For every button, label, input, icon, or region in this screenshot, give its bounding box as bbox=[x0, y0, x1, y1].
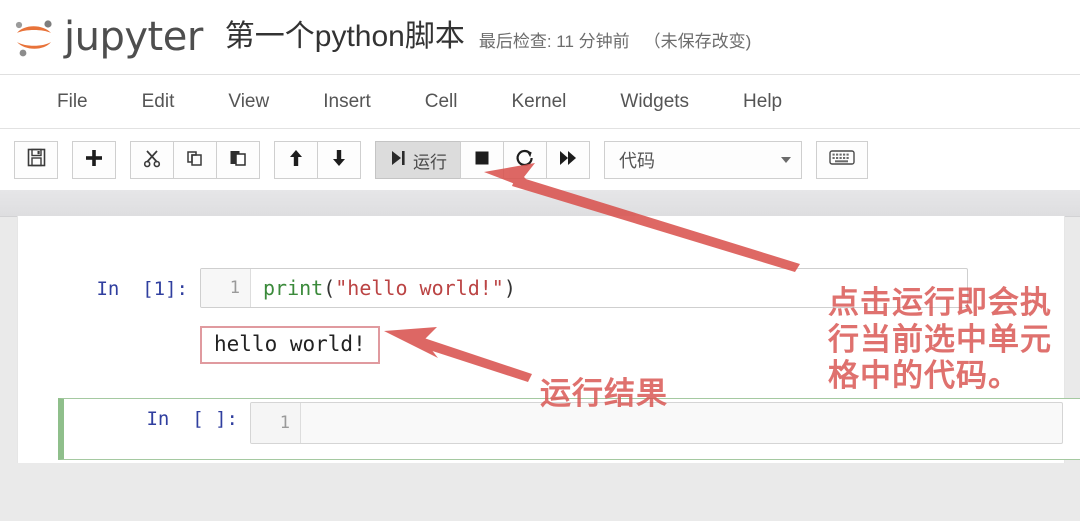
menu-item-edit[interactable]: Edit bbox=[115, 91, 202, 113]
run-button[interactable]: 运行 bbox=[375, 141, 461, 179]
annotation-result-note: 运行结果 bbox=[540, 376, 668, 411]
code-token-string: "hello world!" bbox=[335, 276, 504, 300]
jupyter-logo-icon[interactable] bbox=[10, 13, 58, 61]
paste-button[interactable] bbox=[216, 141, 260, 179]
add-cell-button[interactable] bbox=[72, 141, 116, 179]
move-cell-up-button[interactable] bbox=[274, 141, 318, 179]
arrow-down-icon bbox=[329, 148, 349, 173]
restart-kernel-button[interactable] bbox=[503, 141, 547, 179]
save-button[interactable] bbox=[14, 141, 58, 179]
cell-2-line-number: 1 bbox=[251, 403, 301, 443]
cell-1-output-row: hello world! bbox=[200, 326, 380, 365]
interrupt-kernel-button[interactable] bbox=[460, 141, 504, 179]
cell-1-line-number: 1 bbox=[201, 269, 251, 307]
cut-button[interactable] bbox=[130, 141, 174, 179]
code-token-close-paren: ) bbox=[503, 276, 516, 300]
cell-2-code[interactable] bbox=[301, 403, 1062, 443]
cell-1-prompt: In [1]: bbox=[96, 278, 188, 300]
scissors-icon bbox=[142, 148, 162, 173]
run-button-label: 运行 bbox=[413, 152, 447, 172]
brand-label[interactable]: jupyter bbox=[64, 17, 203, 57]
keyboard-icon bbox=[829, 149, 855, 171]
toolbar-group-save bbox=[14, 141, 58, 179]
toolbar-group-run: 运行 bbox=[375, 141, 590, 179]
menu-item-help[interactable]: Help bbox=[716, 91, 809, 113]
floppy-disk-icon bbox=[27, 148, 46, 172]
menu-bar: File Edit View Insert Cell Kernel Widget… bbox=[0, 76, 1080, 129]
fast-forward-icon bbox=[558, 148, 578, 173]
copy-button[interactable] bbox=[173, 141, 217, 179]
arrow-up-icon bbox=[286, 148, 306, 173]
cell-type-value: 代码 bbox=[619, 151, 655, 171]
menu-item-cell[interactable]: Cell bbox=[398, 91, 485, 113]
checkpoint-label: 最后检查: 11 分钟前 bbox=[478, 31, 630, 51]
cell-1-output: hello world! bbox=[200, 326, 380, 365]
header-bar: jupyter 第一个python脚本 最后检查: 11 分钟前 （未保存改变) bbox=[0, 0, 1080, 75]
move-cell-down-button[interactable] bbox=[317, 141, 361, 179]
toolbar-group-palette bbox=[816, 141, 868, 179]
notebook-title[interactable]: 第一个python脚本 bbox=[225, 22, 465, 52]
chevron-down-icon bbox=[781, 157, 791, 163]
restart-run-all-button[interactable] bbox=[546, 141, 590, 179]
annotation-run-note: 点击运行即会执行当前选中单元格中的代码。 bbox=[828, 285, 1052, 394]
menu-item-kernel[interactable]: Kernel bbox=[484, 91, 593, 113]
code-token-open-paren: ( bbox=[323, 276, 336, 300]
jupyter-notebook-window: jupyter 第一个python脚本 最后检查: 11 分钟前 （未保存改变) … bbox=[0, 0, 1080, 521]
run-step-icon bbox=[389, 149, 407, 172]
menu-item-file[interactable]: File bbox=[30, 91, 115, 113]
checkpoint-status: 最后检查: 11 分钟前 （未保存改变) bbox=[479, 25, 752, 50]
toolbar-group-insert bbox=[72, 141, 116, 179]
paste-icon bbox=[228, 148, 248, 173]
menu-item-widgets[interactable]: Widgets bbox=[593, 91, 716, 113]
copy-icon bbox=[185, 148, 205, 173]
plus-icon bbox=[84, 148, 104, 173]
menu-item-view[interactable]: View bbox=[201, 91, 296, 113]
toolbar-group-move bbox=[274, 141, 361, 179]
toolbar-group-edit bbox=[130, 141, 260, 179]
toolbar: 运行 代码 bbox=[0, 130, 1080, 190]
menu-item-insert[interactable]: Insert bbox=[296, 91, 398, 113]
code-token-function: print bbox=[263, 276, 324, 300]
restart-circle-icon bbox=[515, 148, 535, 173]
command-palette-button[interactable] bbox=[816, 141, 868, 179]
notebook-top-band bbox=[0, 190, 1080, 217]
unsaved-label: （未保存改变) bbox=[643, 31, 752, 51]
stop-square-icon bbox=[473, 149, 491, 172]
cell-2-prompt: In [ ]: bbox=[146, 408, 238, 430]
cell-type-select[interactable]: 代码 bbox=[604, 141, 802, 179]
